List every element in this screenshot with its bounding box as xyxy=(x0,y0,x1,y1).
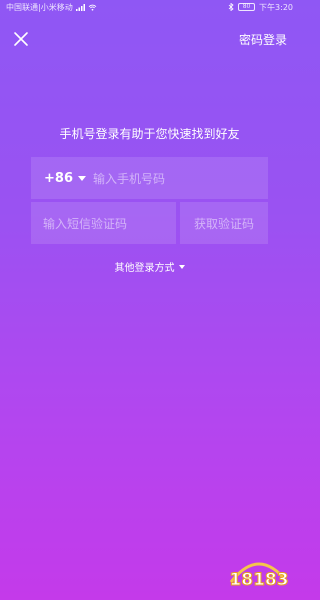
sms-code-input[interactable]: 输入短信验证码 xyxy=(31,202,176,244)
other-login-options[interactable]: 其他登录方式 xyxy=(0,259,299,274)
close-icon[interactable] xyxy=(12,30,30,48)
signal-icon xyxy=(75,3,85,11)
bluetooth-icon xyxy=(228,3,234,11)
wifi-icon xyxy=(88,4,96,11)
status-bar: 中国联通|小米移动 80 下午3:20 xyxy=(0,0,299,14)
caret-down-icon xyxy=(77,175,86,181)
phone-input-row: +86 输入手机号码 xyxy=(31,157,268,199)
status-left: 中国联通|小米移动 xyxy=(6,2,97,13)
login-hint-text: 手机号登录有助于您快速找到好友 xyxy=(59,127,240,141)
clock: 下午3:20 xyxy=(259,2,293,12)
sms-code-row: 输入短信验证码 获取验证码 xyxy=(31,202,268,244)
other-login-label: 其他登录方式 xyxy=(114,263,175,274)
get-code-button[interactable]: 获取验证码 xyxy=(180,202,268,244)
country-code-selector[interactable]: +86 xyxy=(31,171,93,186)
battery-indicator: 80 xyxy=(238,3,256,11)
phone-number-input[interactable]: 输入手机号码 xyxy=(93,170,165,187)
svg-text:18183: 18183 xyxy=(229,570,288,590)
carrier-label: 中国联通|小米移动 xyxy=(6,2,73,12)
caret-down-icon xyxy=(178,264,185,269)
status-right: 80 下午3:20 xyxy=(228,2,293,13)
watermark-logo: 18183 xyxy=(229,562,289,591)
password-login-link[interactable]: 密码登录 xyxy=(239,31,287,48)
country-code-label: +86 xyxy=(44,170,73,186)
